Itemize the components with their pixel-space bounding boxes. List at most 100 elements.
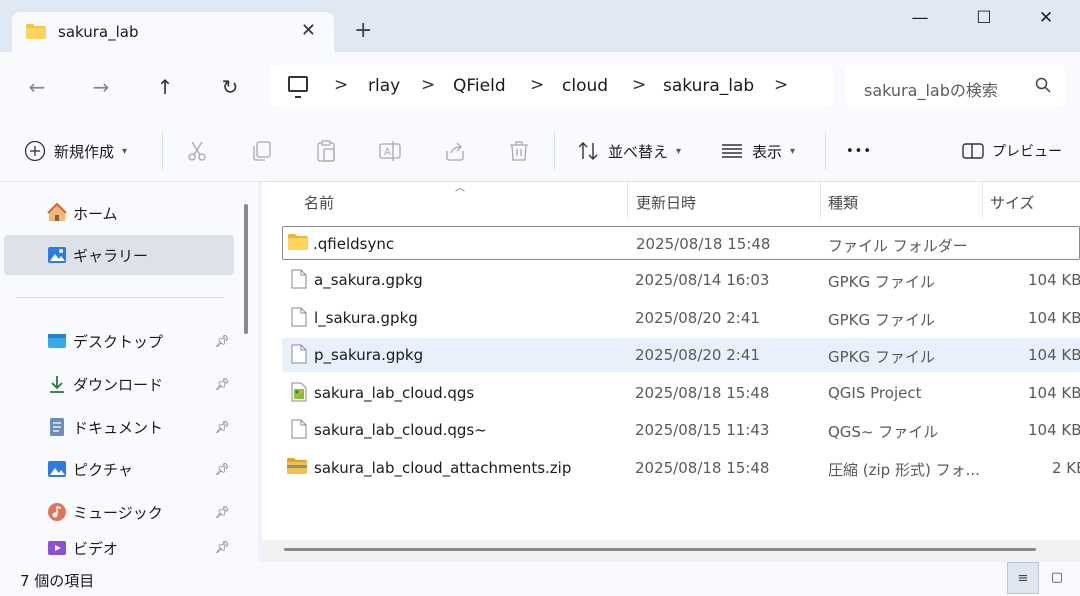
file-row[interactable]: p_sakura.gpkg 2025/08/20 2:41 GPKG ファイル …: [282, 338, 1080, 372]
file-row[interactable]: sakura_lab_cloud.qgs 2025/08/18 15:48 QG…: [282, 376, 1080, 410]
column-header-modified[interactable]: 更新日時: [636, 192, 696, 213]
file-row[interactable]: sakura_lab_cloud.qgs~ 2025/08/15 11:43 Q…: [282, 413, 1080, 447]
chevron-right-icon[interactable]: >: [421, 75, 435, 95]
qgis-project-icon: [291, 382, 307, 402]
file-row[interactable]: a_sakura.gpkg 2025/08/14 16:03 GPKG ファイル…: [282, 263, 1080, 297]
pin-icon[interactable]: 📌︎: [215, 377, 230, 391]
copy-icon[interactable]: [250, 139, 274, 163]
divider: [825, 132, 826, 170]
sidebar-item-label: ピクチャ: [73, 460, 133, 479]
folder-icon: [288, 234, 308, 250]
pin-icon[interactable]: 📌︎: [215, 462, 230, 476]
documents-icon: [50, 418, 64, 436]
sidebar-item-music[interactable]: ミュージック 📌︎: [4, 492, 234, 532]
sidebar-item-gallery[interactable]: ギャラリー: [4, 235, 234, 275]
column-header-name[interactable]: 名前: [304, 192, 334, 213]
file-name: l_sakura.gpkg: [314, 309, 418, 327]
horizontal-scrollbar-track[interactable]: [262, 540, 1080, 562]
file-icon: [291, 344, 307, 364]
column-divider[interactable]: [627, 182, 628, 218]
search-box[interactable]: sakura_labの検索: [845, 65, 1065, 107]
window-close-button[interactable]: ✕: [1026, 8, 1066, 32]
file-modified: 2025/08/20 2:41: [635, 309, 760, 327]
chevron-down-icon: ▾: [122, 145, 128, 157]
this-pc-icon[interactable]: [288, 76, 308, 98]
minimize-button[interactable]: —: [900, 8, 940, 32]
new-button[interactable]: 新規作成 ▾: [24, 138, 127, 164]
sidebar-item-desktop[interactable]: デスクトップ 📌︎: [4, 321, 234, 361]
refresh-button[interactable]: ↻: [215, 72, 245, 102]
delete-icon[interactable]: [507, 139, 531, 163]
new-tab-button[interactable]: +: [354, 20, 372, 42]
horizontal-scrollbar-thumb[interactable]: [284, 548, 1036, 551]
sidebar-item-documents[interactable]: ドキュメント 📌︎: [4, 407, 234, 447]
rename-icon[interactable]: A: [378, 139, 402, 163]
address-bar[interactable]: > rlay > QField > cloud > sakura_lab >: [270, 65, 833, 107]
column-divider[interactable]: [982, 182, 983, 218]
forward-button[interactable]: →: [86, 72, 116, 102]
title-bar: sakura_lab ✕ + — ☐ ✕: [0, 0, 1080, 54]
sidebar-item-home[interactable]: ホーム: [4, 193, 234, 233]
pin-icon[interactable]: 📌︎: [215, 420, 230, 434]
file-size: 2 KB: [1052, 459, 1080, 477]
file-type: QGS~ ファイル: [828, 423, 939, 441]
file-type: GPKG ファイル: [828, 273, 935, 291]
breadcrumb-qfield[interactable]: QField: [453, 76, 506, 96]
file-icon: [291, 269, 307, 289]
file-row[interactable]: l_sakura.gpkg 2025/08/20 2:41 GPKG ファイル …: [282, 301, 1080, 335]
view-button[interactable]: 表示 ▾: [720, 138, 795, 164]
column-header-size[interactable]: サイズ: [990, 192, 1035, 213]
file-row[interactable]: sakura_lab_cloud_attachments.zip 2025/08…: [282, 451, 1080, 485]
details-view-button[interactable]: ≡: [1007, 562, 1039, 594]
file-name: sakura_lab_cloud.qgs: [314, 384, 475, 402]
sidebar-item-label: ビデオ: [73, 539, 119, 558]
breadcrumb-cloud[interactable]: cloud: [562, 76, 608, 96]
sort-button[interactable]: 並べ替え ▾: [576, 138, 681, 164]
sidebar-item-downloads[interactable]: ダウンロード 📌︎: [4, 364, 234, 404]
sidebar-item-label: ギャラリー: [73, 246, 149, 265]
chevron-right-icon[interactable]: >: [774, 75, 788, 95]
tiles-view-button[interactable]: ▢: [1041, 562, 1073, 594]
back-button[interactable]: ←: [22, 72, 52, 102]
close-tab-icon[interactable]: ✕: [301, 20, 316, 41]
sort-icon: [578, 142, 598, 160]
file-list: ︿ 名前 更新日時 種類 サイズ .qfieldsync 2025/08/18 …: [262, 182, 1080, 562]
up-button[interactable]: ↑: [150, 72, 180, 102]
file-icon: [291, 419, 307, 439]
sidebar-item-pictures[interactable]: ピクチャ 📌︎: [4, 449, 234, 489]
breadcrumb-rlay[interactable]: rlay: [368, 76, 400, 96]
chevron-right-icon[interactable]: >: [632, 75, 646, 95]
file-size: 104 KB: [1028, 271, 1080, 289]
share-icon[interactable]: [443, 139, 467, 163]
file-size: 104 KB: [1028, 421, 1080, 439]
cut-icon[interactable]: [185, 139, 209, 163]
chevron-right-icon[interactable]: >: [334, 75, 348, 95]
breadcrumb-sakura-lab[interactable]: sakura_lab: [663, 76, 754, 96]
pin-icon[interactable]: 📌︎: [215, 540, 230, 554]
paste-icon[interactable]: [314, 139, 338, 163]
file-row[interactable]: .qfieldsync 2025/08/18 15:48 ファイル フォルダー: [282, 226, 1080, 260]
maximize-button[interactable]: ☐: [964, 8, 1004, 32]
file-modified: 2025/08/14 16:03: [635, 271, 770, 289]
tab-sakura-lab[interactable]: sakura_lab ✕: [12, 12, 334, 54]
new-button-label: 新規作成: [54, 142, 115, 161]
divider: [554, 132, 555, 170]
view-list-icon: [722, 144, 742, 158]
file-name: .qfieldsync: [313, 235, 395, 253]
column-divider[interactable]: [820, 182, 821, 218]
pin-icon[interactable]: 📌︎: [215, 334, 230, 348]
sidebar-scrollbar[interactable]: [244, 204, 248, 334]
svg-text:A: A: [384, 147, 391, 158]
file-modified: 2025/08/18 15:48: [636, 235, 771, 253]
column-header-type[interactable]: 種類: [828, 192, 858, 213]
sidebar-item-label: ホーム: [73, 204, 118, 223]
file-size: 104 KB: [1028, 346, 1080, 364]
more-options-button[interactable]: •••: [846, 138, 872, 164]
pin-icon[interactable]: 📌︎: [215, 505, 230, 519]
search-input[interactable]: sakura_labの検索: [864, 77, 998, 101]
file-type: GPKG ファイル: [828, 311, 935, 329]
sidebar-item-videos[interactable]: ビデオ 📌︎: [4, 534, 234, 562]
chevron-right-icon[interactable]: >: [530, 75, 544, 95]
preview-pane-button[interactable]: プレビュー: [962, 138, 1062, 164]
download-icon: [50, 376, 64, 393]
